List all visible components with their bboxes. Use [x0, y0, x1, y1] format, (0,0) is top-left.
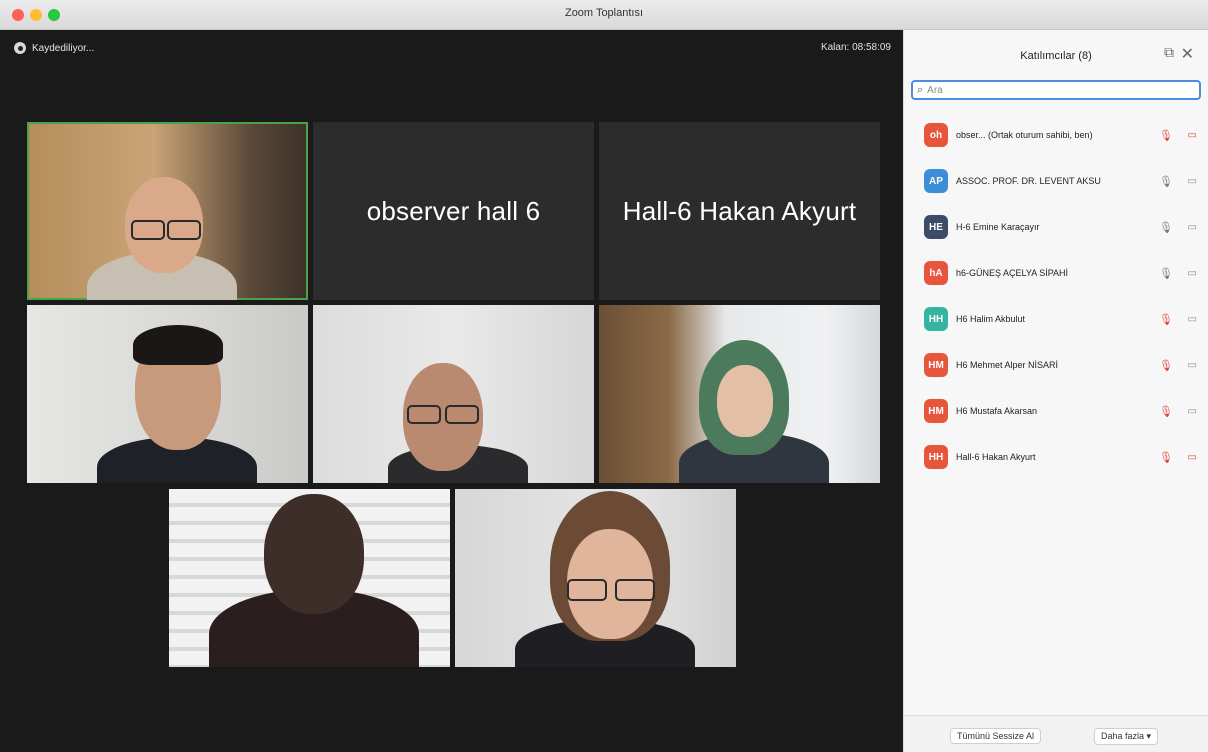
avatar: hA — [924, 261, 948, 285]
recording-label: Kaydediliyor... — [32, 42, 95, 54]
participant-head — [264, 494, 364, 614]
microphone-muted-icon[interactable]: 🎙︎ — [1159, 451, 1173, 464]
participant-name: H-6 Emine Karaçayır — [956, 222, 1040, 232]
glasses — [407, 405, 441, 424]
avatar: AP — [924, 169, 948, 193]
recording-icon — [14, 42, 26, 54]
video-tile-speaker[interactable] — [27, 122, 308, 300]
video-camera-icon[interactable]: ▭ — [1188, 222, 1197, 233]
video-tile[interactable] — [313, 305, 594, 483]
participant-name-card: Hall-6 Hakan Akyurt — [622, 195, 857, 226]
participants-panel: Katılımcılar (8) ⧉ ✕ ⌕ oh obser... (Ortak… — [903, 30, 1208, 752]
video-tile[interactable] — [599, 305, 880, 483]
more-button[interactable]: Daha fazla ▾ — [1094, 728, 1159, 745]
video-camera-icon[interactable]: ▭ — [1188, 314, 1197, 325]
participant-hair — [133, 325, 223, 365]
participant-row[interactable]: AP ASSOC. PROF. DR. LEVENT AKSU 🎙︎ ▭ — [904, 158, 1208, 204]
microphone-icon[interactable]: 🎙︎ — [1159, 221, 1173, 234]
participant-name: obser... (Ortak oturum sahibi, ben) — [956, 130, 1093, 140]
microphone-icon[interactable]: 🎙︎ — [1159, 175, 1173, 188]
participant-row[interactable]: HH Hall-6 Hakan Akyurt 🎙︎ ▭ — [904, 434, 1208, 480]
video-camera-icon[interactable]: ▭ — [1188, 406, 1197, 417]
participant-list: oh obser... (Ortak oturum sahibi, ben) 🎙︎ ▭… — [904, 112, 1208, 480]
avatar: HH — [924, 307, 948, 331]
participant-name-card: observer hall 6 — [366, 195, 541, 226]
participant-name: Hall-6 Hakan Akyurt — [956, 452, 1036, 462]
avatar: oh — [924, 123, 948, 147]
panel-title: Katılımcılar (8) — [1020, 50, 1092, 62]
window-titlebar: Zoom Toplantısı — [0, 0, 1208, 30]
participant-name: H6 Halim Akbulut — [956, 314, 1026, 324]
participant-row[interactable]: hA h6-GÜNEŞ AÇELYA SİPAHİ 🎙︎ ▭ — [904, 250, 1208, 296]
participant-name: ASSOC. PROF. DR. LEVENT AKSU — [956, 176, 1101, 186]
participant-row[interactable]: HH H6 Halim Akbulut 🎙︎ ▭ — [904, 296, 1208, 342]
microphone-icon[interactable]: 🎙︎ — [1159, 267, 1173, 280]
video-tile[interactable] — [455, 489, 736, 667]
participant-row[interactable]: oh obser... (Ortak oturum sahibi, ben) 🎙︎ ▭ — [904, 112, 1208, 158]
search-input[interactable] — [927, 84, 1168, 96]
participant-name: H6 Mustafa Akarsan — [956, 406, 1038, 416]
video-tile[interactable] — [27, 305, 308, 483]
video-camera-off-icon[interactable]: ▭ — [1188, 130, 1197, 141]
close-icon[interactable]: ✕ — [1181, 44, 1194, 64]
recording-indicator[interactable]: Kaydediliyor... — [14, 40, 94, 56]
participant-row[interactable]: HE H-6 Emine Karaçayır 🎙︎ ▭ — [904, 204, 1208, 250]
video-tile-name-card[interactable]: Hall-6 Hakan Akyurt — [599, 122, 880, 300]
microphone-muted-icon[interactable]: 🎙︎ — [1159, 359, 1173, 372]
video-camera-off-icon[interactable]: ▭ — [1188, 452, 1197, 463]
avatar: HM — [924, 399, 948, 423]
microphone-muted-icon[interactable]: 🎙︎ — [1159, 129, 1173, 142]
meeting-area: Kaydediliyor... Kalan: 08:58:09 observer… — [0, 30, 903, 752]
mute-all-button[interactable]: Tümünü Sessize Al — [950, 728, 1042, 744]
video-camera-icon[interactable]: ▭ — [1188, 268, 1197, 279]
video-tile[interactable] — [169, 489, 450, 667]
participant-name: H6 Mehmet Alper NİSARİ — [956, 360, 1059, 370]
participant-row[interactable]: HM H6 Mustafa Akarsan 🎙︎ ▭ — [904, 388, 1208, 434]
glasses — [445, 405, 479, 424]
microphone-muted-icon[interactable]: 🎙︎ — [1159, 313, 1173, 326]
panel-footer: Tümünü Sessize Al Daha fazla ▾ — [904, 715, 1208, 752]
video-tile-name-card[interactable]: observer hall 6 — [313, 122, 594, 300]
participant-search[interactable]: ⌕ — [911, 80, 1201, 100]
avatar: HH — [924, 445, 948, 469]
glasses — [167, 220, 201, 240]
glasses — [567, 579, 607, 601]
glasses — [615, 579, 655, 601]
popout-icon[interactable]: ⧉ — [1164, 44, 1174, 61]
participant-row[interactable]: HM H6 Mehmet Alper NİSARİ 🎙︎ ▭ — [904, 342, 1208, 388]
time-left: Kalan: 08:58:09 — [820, 42, 891, 53]
video-camera-icon[interactable]: ▭ — [1188, 176, 1197, 187]
participant-head — [717, 365, 773, 437]
participant-name: h6-GÜNEŞ AÇELYA SİPAHİ — [956, 268, 1069, 278]
window-title: Zoom Toplantısı — [564, 7, 644, 19]
avatar: HE — [924, 215, 948, 239]
glasses — [131, 220, 165, 240]
microphone-muted-icon[interactable]: 🎙︎ — [1159, 405, 1173, 418]
avatar: HM — [924, 353, 948, 377]
video-camera-icon[interactable]: ▭ — [1188, 360, 1197, 371]
search-icon: ⌕ — [917, 83, 924, 96]
